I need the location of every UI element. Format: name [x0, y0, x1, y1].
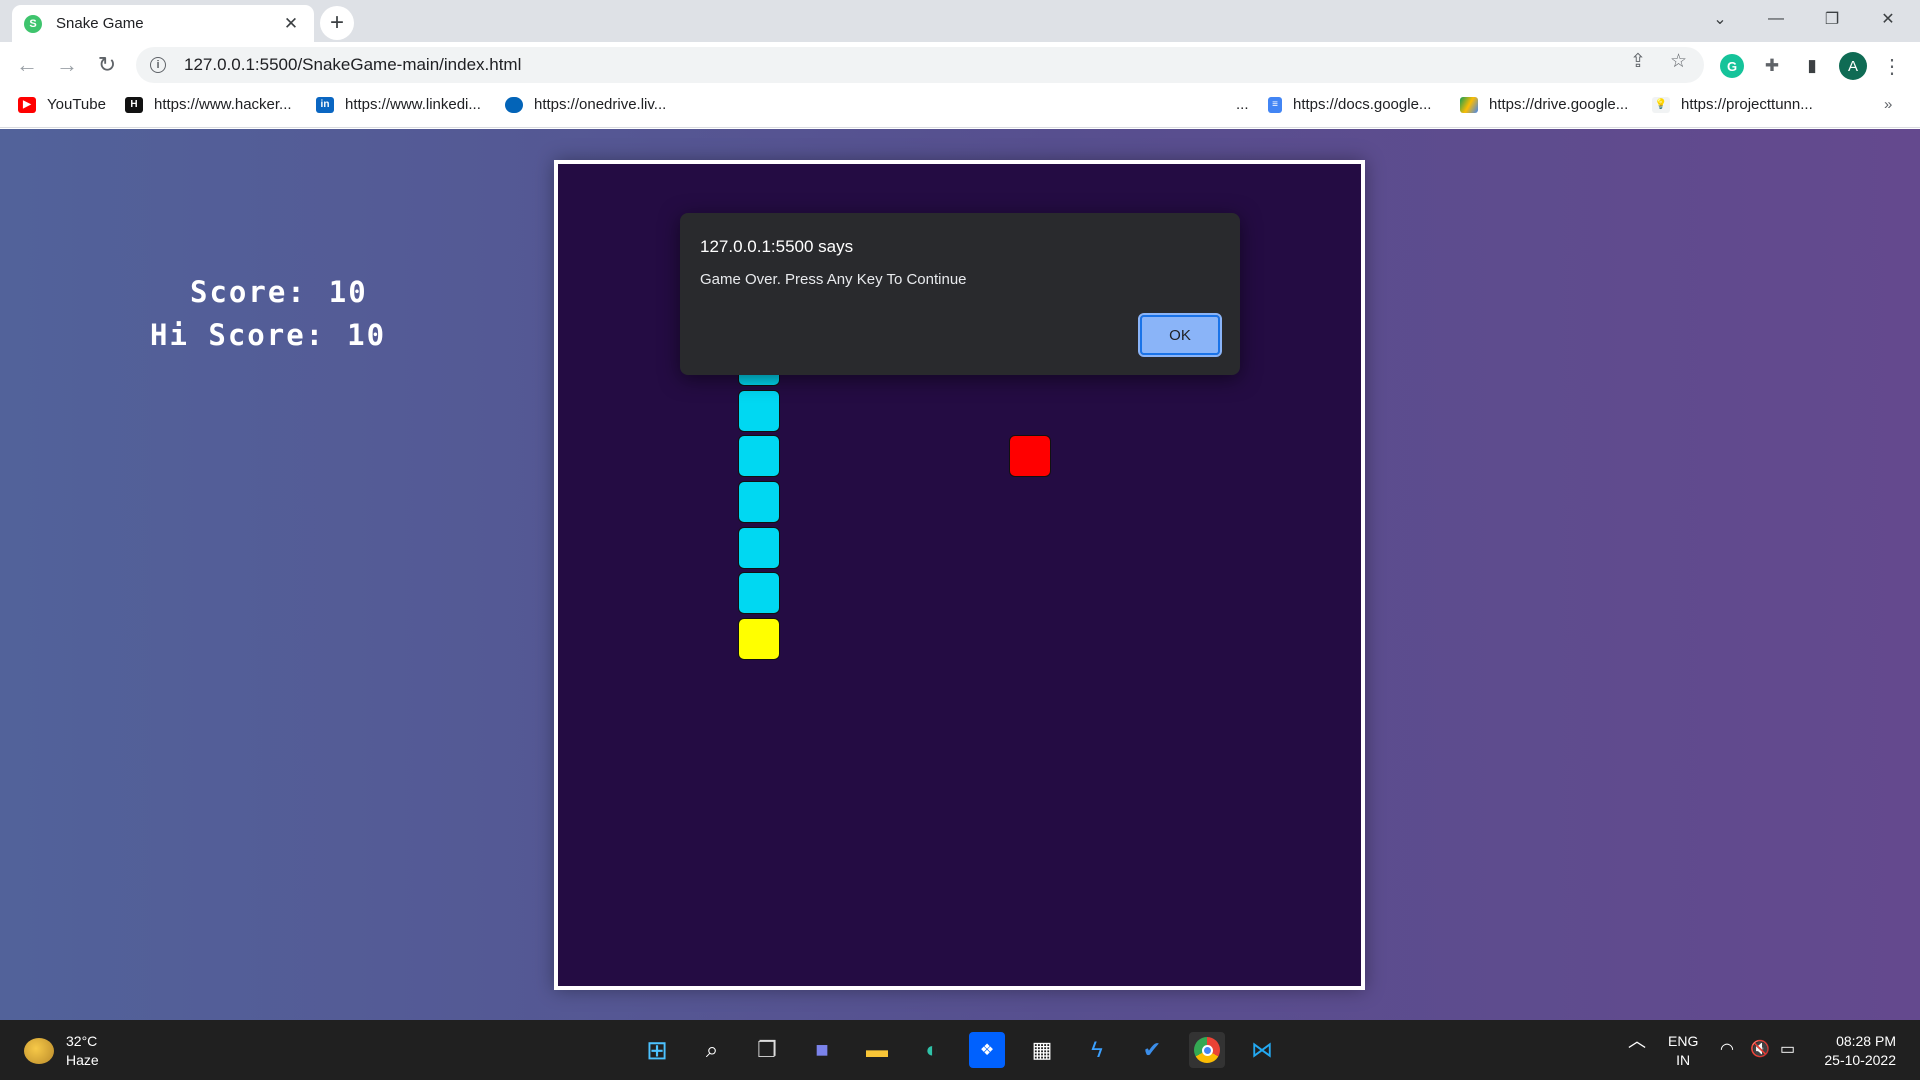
bookmark-label: YouTube	[47, 96, 106, 113]
bookmark-google-drive[interactable]: https://drive.google...	[1460, 96, 1628, 113]
side-panel-icon[interactable]: ▮	[1800, 54, 1824, 78]
back-button[interactable]: ←	[12, 50, 42, 80]
bookmark-google-docs[interactable]: ≡ https://docs.google...	[1268, 96, 1431, 113]
bookmark-label: https://www.hacker...	[154, 96, 292, 113]
tray-overflow-chevron-icon[interactable]: ︿	[1628, 1032, 1646, 1051]
grammarly-extension-icon[interactable]: G	[1720, 54, 1744, 78]
reload-button[interactable]: ↻	[92, 50, 122, 80]
bulb-icon: 💡	[1652, 96, 1670, 113]
score-value: 10	[328, 275, 368, 309]
bookmark-label: https://docs.google...	[1293, 96, 1432, 113]
battery-icon[interactable]: ▭	[1780, 1040, 1795, 1059]
snake-segment	[738, 435, 780, 477]
snake-head	[738, 618, 780, 660]
bookmark-truncated[interactable]: ...	[1236, 96, 1249, 113]
windows-taskbar: 32°C Haze ⊞ ⌕ ❐ ■ ▬ ◐ ❖ ▦ ϟ ✔ ⋈ ︿ ENG IN…	[0, 1020, 1920, 1080]
score-label: Score:	[190, 275, 307, 309]
menu-kebab-icon[interactable]: ⋮	[1880, 54, 1904, 78]
dialog-title: 127.0.0.1:5500 says	[700, 237, 854, 256]
task-view-icon[interactable]: ❐	[749, 1032, 785, 1068]
weather-haze-icon	[24, 1038, 54, 1064]
tab-search-chevron-icon[interactable]: ⌄	[1692, 0, 1748, 38]
volume-muted-icon[interactable]: 🔇	[1750, 1040, 1770, 1059]
region-code: IN	[1676, 1052, 1691, 1068]
language-code: ENG	[1668, 1033, 1699, 1049]
clock-time: 08:28 PM	[1836, 1033, 1896, 1049]
alert-dialog: 127.0.0.1:5500 says Game Over. Press Any…	[680, 213, 1240, 375]
microsoft-store-icon[interactable]: ▦	[1024, 1032, 1060, 1068]
url-text: 127.0.0.1:5500/SnakeGame-main/index.html	[184, 55, 522, 74]
ok-button[interactable]: OK	[1138, 313, 1222, 357]
edge-browser-icon[interactable]: ◐	[914, 1032, 950, 1068]
food-block	[1009, 435, 1051, 477]
snake-favicon-icon: S	[24, 14, 42, 33]
score-panel: Score: 10 Hi Score: 10	[150, 271, 386, 357]
forward-button[interactable]: →	[52, 50, 82, 80]
bookmark-label: https://projecttunn...	[1681, 96, 1813, 113]
dialog-message: Game Over. Press Any Key To Continue	[700, 271, 967, 288]
share-icon[interactable]: ⇪	[1630, 50, 1646, 73]
azure-data-studio-icon[interactable]: ϟ	[1079, 1032, 1115, 1068]
browser-toolbar: ← → ↻ i 127.0.0.1:5500/SnakeGame-main/in…	[0, 42, 1920, 88]
linkedin-icon: in	[316, 96, 334, 113]
bookmarks-bar: ▶ YouTube H https://www.hacker... in htt…	[0, 88, 1920, 128]
snake-segment	[738, 481, 780, 523]
language-indicator[interactable]: ENG IN	[1668, 1032, 1698, 1070]
tab-strip: S Snake Game ✕ + ⌄ — ❐ ✕	[0, 0, 1920, 42]
search-icon[interactable]: ⌕	[694, 1032, 730, 1068]
start-windows-icon[interactable]: ⊞	[639, 1032, 675, 1068]
weather-widget[interactable]: 32°C Haze	[24, 1032, 99, 1070]
tab-title: Snake Game	[56, 15, 144, 32]
snake-segment	[738, 527, 780, 569]
bookmark-label: ...	[1236, 96, 1249, 113]
vscode-icon[interactable]: ⋈	[1244, 1032, 1280, 1068]
minimize-button[interactable]: —	[1748, 0, 1804, 38]
snake-segment	[738, 390, 780, 432]
bookmark-star-icon[interactable]: ☆	[1670, 50, 1687, 73]
clock-date: 25-10-2022	[1824, 1052, 1896, 1068]
dropbox-icon[interactable]: ❖	[969, 1032, 1005, 1068]
site-info-icon[interactable]: i	[150, 57, 166, 73]
temperature: 32°C	[66, 1033, 98, 1049]
file-explorer-icon[interactable]: ▬	[859, 1032, 895, 1068]
hiscore-value: 10	[347, 318, 387, 352]
restore-button[interactable]: ❐	[1804, 0, 1860, 38]
chrome-icon[interactable]	[1189, 1032, 1225, 1068]
hiscore-label: Hi Score:	[150, 318, 326, 352]
bookmark-linkedin[interactable]: in https://www.linkedi...	[316, 96, 481, 113]
todo-check-icon[interactable]: ✔	[1134, 1032, 1170, 1068]
new-tab-button[interactable]: +	[320, 6, 354, 40]
onedrive-icon	[505, 96, 523, 113]
google-drive-icon	[1460, 96, 1478, 113]
snake-segment	[738, 572, 780, 614]
close-tab-icon[interactable]: ✕	[280, 14, 302, 34]
bookmark-projecttunnel[interactable]: 💡 https://projecttunn...	[1652, 96, 1813, 113]
address-bar[interactable]: i 127.0.0.1:5500/SnakeGame-main/index.ht…	[136, 47, 1704, 83]
google-docs-icon: ≡	[1268, 96, 1282, 113]
bookmark-youtube[interactable]: ▶ YouTube	[18, 96, 106, 113]
more-bookmarks-chevron-icon[interactable]: »	[1884, 96, 1892, 113]
wifi-icon[interactable]: ◠	[1720, 1040, 1734, 1059]
bookmark-onedrive[interactable]: https://onedrive.liv...	[505, 96, 666, 113]
weather-condition: Haze	[66, 1052, 99, 1068]
extensions-puzzle-icon[interactable]: ✚	[1760, 54, 1784, 78]
bookmark-label: https://drive.google...	[1489, 96, 1629, 113]
youtube-icon: ▶	[18, 96, 36, 113]
teams-chat-icon[interactable]: ■	[804, 1032, 840, 1068]
profile-avatar[interactable]: A	[1839, 52, 1867, 80]
close-window-button[interactable]: ✕	[1860, 0, 1916, 38]
bookmark-label: https://onedrive.liv...	[534, 96, 667, 113]
bookmark-label: https://www.linkedi...	[345, 96, 481, 113]
clock[interactable]: 08:28 PM 25-10-2022	[1818, 1032, 1896, 1070]
page-viewport: Score: 10 Hi Score: 10 127.0.0.1:5500 sa…	[0, 129, 1920, 1020]
bookmark-hackerrank[interactable]: H https://www.hacker...	[125, 96, 292, 113]
tab-snake-game[interactable]: S Snake Game ✕	[12, 5, 314, 42]
hackerrank-icon: H	[125, 96, 143, 113]
